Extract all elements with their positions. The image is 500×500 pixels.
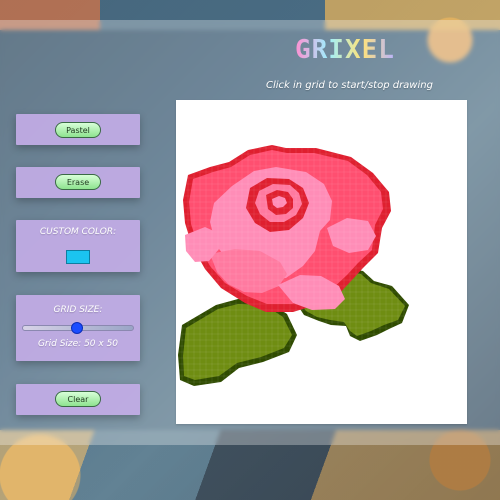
grid-size-label: GRID SIZE:	[53, 305, 103, 315]
custom-color-label: CUSTOM COLOR:	[39, 227, 117, 237]
app-root: GRIXEL Click in grid to start/stop drawi…	[0, 0, 500, 500]
drawing-instructions: Click in grid to start/stop drawing	[266, 80, 433, 91]
custom-color-picker[interactable]	[66, 250, 90, 264]
grid-size-panel: GRID SIZE: Grid Size: 50 x 50	[16, 295, 140, 361]
erase-panel: Erase	[16, 167, 140, 198]
erase-button[interactable]: Erase	[55, 174, 101, 190]
pastel-panel: Pastel	[16, 114, 140, 145]
drawing-canvas[interactable]	[176, 100, 467, 424]
grid-size-slider-thumb[interactable]	[71, 322, 83, 334]
grid-size-value-text: Grid Size: 50 x 50	[37, 339, 119, 349]
pixel-art-rose[interactable]	[176, 100, 467, 424]
app-title: GRIXEL	[295, 35, 395, 65]
custom-color-panel: CUSTOM COLOR:	[16, 220, 140, 272]
clear-button[interactable]: Clear	[55, 391, 101, 407]
clear-panel: Clear	[16, 384, 140, 415]
pastel-button[interactable]: Pastel	[55, 122, 101, 138]
